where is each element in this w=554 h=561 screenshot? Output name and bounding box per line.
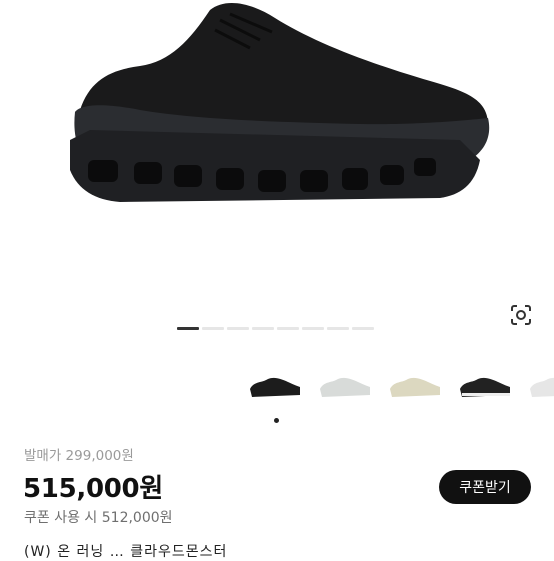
pager-dot[interactable]: [202, 327, 224, 330]
image-pager: [177, 327, 374, 330]
product-image[interactable]: [0, 0, 554, 318]
product-title: (W) 온 러닝 … 클라우드몬스터: [24, 544, 228, 560]
pager-dot[interactable]: [277, 327, 299, 330]
pager-dot[interactable]: [302, 327, 324, 330]
sale-price: 515,000원: [23, 474, 163, 504]
pager-dot[interactable]: [327, 327, 349, 330]
pager-dot[interactable]: [252, 327, 274, 330]
selected-thumbnail-indicator: [274, 418, 279, 423]
pager-dot[interactable]: [227, 327, 249, 330]
thumbnail-white-shoe-2[interactable]: [524, 366, 554, 410]
original-price: 발매가 299,000원: [24, 448, 134, 464]
thumbnail-black-white-shoe[interactable]: [454, 366, 516, 410]
thumbnail-black-shoe[interactable]: [244, 366, 306, 410]
coupon-button[interactable]: 쿠폰받기: [439, 470, 531, 504]
thumbnail-white-shoe[interactable]: [314, 366, 376, 410]
coupon-price: 쿠폰 사용 시 512,000원: [24, 510, 173, 526]
lens-icon: [511, 305, 531, 325]
pager-dot[interactable]: [352, 327, 374, 330]
shoe-illustration: [70, 3, 490, 202]
color-thumbnails: [244, 366, 554, 410]
image-search-button[interactable]: [502, 296, 540, 334]
thumbnail-cream-shoe[interactable]: [384, 366, 446, 410]
pager-dot[interactable]: [177, 327, 199, 330]
